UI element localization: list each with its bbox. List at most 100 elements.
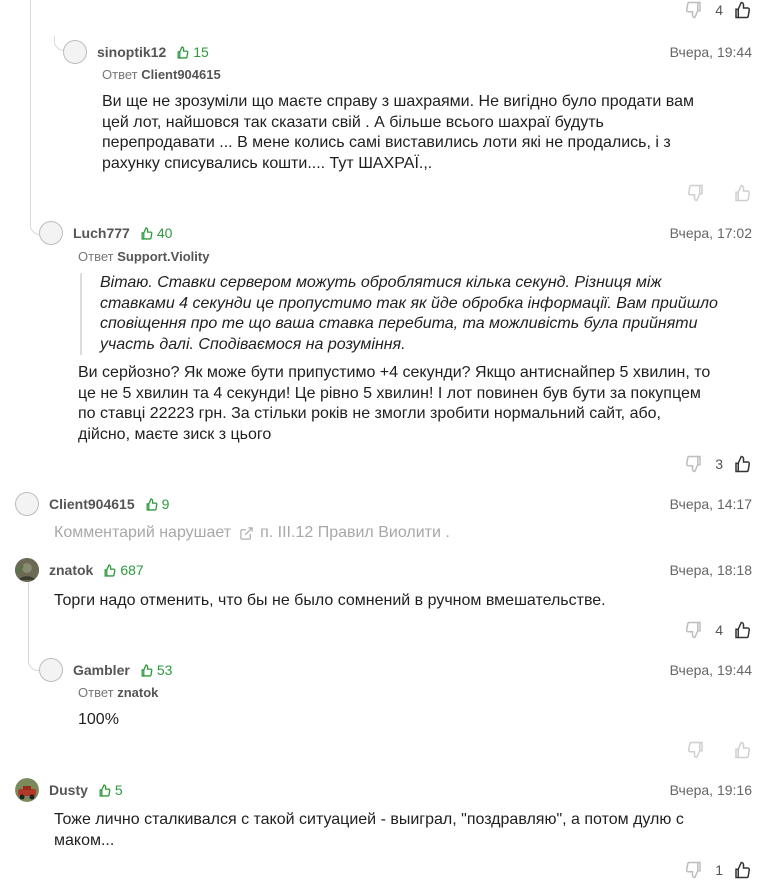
thumbs-up-icon[interactable] [733, 1, 751, 19]
thread-line [30, 0, 31, 220]
text-line: цей лот, найшовся так сказати свій . А б… [102, 113, 604, 131]
thumbs-up-icon[interactable] [733, 621, 751, 639]
rating-value: 15 [193, 44, 209, 60]
thumbs-up-icon[interactable] [733, 741, 751, 759]
rating-value: 687 [120, 562, 144, 578]
thumbs-up-icon [99, 783, 111, 797]
reply-to: Ответ Client904615 [102, 67, 221, 82]
comment-text: Ви ще не зрозуміли що маєте справу з шах… [102, 92, 752, 174]
quoted-text: Вітаю. Ставки сервером можуть оброблятис… [80, 273, 760, 355]
text-line: Ви ще не зрозуміли що маєте справу з шах… [102, 93, 694, 110]
avatar[interactable] [15, 492, 39, 516]
thumbs-down-icon[interactable] [687, 741, 705, 759]
rating-value: 40 [156, 225, 173, 241]
avatar[interactable] [39, 658, 63, 682]
thumbs-up-icon[interactable] [733, 184, 751, 202]
thumbs-up-icon[interactable] [733, 455, 751, 473]
text-line: по ставці 22223 грн. За стільки років не… [78, 405, 661, 422]
external-link-icon [240, 526, 253, 540]
user-rating: 687 [103, 562, 144, 578]
vote-actions: 4 [685, 1, 751, 19]
comment-date: Вчера, 14:17 [669, 496, 752, 512]
text-line: Торги надо отменить, что бы не было сомн… [54, 592, 606, 609]
thumbs-up-icon [141, 226, 153, 240]
user-rating: 40 [140, 225, 173, 241]
thumbs-down-icon[interactable] [685, 455, 703, 473]
avatar[interactable] [15, 778, 39, 802]
thumbs-down-icon[interactable] [687, 184, 705, 202]
thumbs-up-icon [141, 663, 153, 677]
rules-link[interactable]: п. III.12 Правил Виолити . [239, 524, 450, 542]
user-rating: 5 [98, 782, 123, 798]
comment-header: Client904615 9 [15, 490, 169, 518]
quote-line: ставками 4 секунди це пропустимо так як … [100, 294, 718, 312]
comment-header: Gambler 53 [39, 656, 172, 684]
username[interactable]: Gambler [73, 662, 130, 678]
reply-label: Ответ [78, 249, 114, 264]
comment-date: Вчера, 19:44 [669, 662, 752, 678]
quote-line: сповіщення про те що ваша ставка перебит… [100, 315, 698, 332]
reply-to-user[interactable]: Client904615 [141, 67, 221, 82]
avatar[interactable] [15, 558, 39, 582]
comment-text: 100% [78, 710, 752, 731]
violation-text: Комментарий нарушает [54, 524, 232, 541]
avatar[interactable] [39, 221, 63, 245]
thumbs-down-icon[interactable] [685, 861, 703, 879]
rating-value: 5 [114, 782, 123, 798]
quote-line: участь далі. Сподіваємося на розуміння. [100, 335, 406, 353]
comment-date: Вчера, 18:18 [669, 562, 752, 578]
thumbs-up-icon[interactable] [733, 861, 751, 879]
rules-link-text[interactable]: п. III.12 Правил Виолити . [260, 524, 450, 542]
vote-count: 4 [715, 2, 723, 18]
vote-actions [687, 184, 751, 202]
text-line: рахунку списувались кошти.... Тут ШАХРАЇ… [102, 154, 433, 172]
username[interactable]: Dusty [49, 782, 88, 798]
thumbs-down-icon[interactable] [685, 1, 703, 19]
comment-header: Luch777 40 [39, 219, 172, 247]
vote-actions: 1 [685, 861, 751, 879]
reply-to: Ответ znatok [78, 685, 158, 700]
violation-notice: Комментарий нарушает п. III.12 Правил Ви… [54, 524, 450, 542]
comment-date: Вчера, 17:02 [669, 225, 752, 241]
comment-header: znatok 687 [15, 556, 144, 584]
comment-date: Вчера, 19:44 [669, 44, 752, 60]
user-rating: 15 [176, 44, 209, 60]
comment-header: Dusty 5 [15, 776, 123, 804]
username[interactable]: sinoptik12 [97, 44, 166, 60]
quote-line: Вітаю. Ставки сервером можуть оброблятис… [100, 274, 662, 291]
comment-date: Вчера, 19:16 [669, 782, 752, 798]
thread-line [28, 582, 29, 656]
vote-actions: 4 [685, 621, 751, 639]
reply-to-user[interactable]: Support.Violity [117, 249, 209, 264]
thumbs-up-icon [104, 563, 116, 577]
comment-text: Ви серйозно? Як може бути припустимо +4 … [78, 363, 752, 445]
rating-value: 9 [161, 496, 170, 512]
avatar[interactable] [63, 40, 87, 64]
thumbs-down-icon[interactable] [685, 621, 703, 639]
text-line: це не 5 хвилин та 4 секунди! Це рівно 5 … [78, 384, 701, 402]
reply-label: Ответ [102, 67, 138, 82]
text-line: дійсно, маєте зиск з цього [78, 425, 272, 443]
text-line: 100% [78, 711, 119, 728]
text-line: Ви серйозно? Як може бути припустимо +4 … [78, 364, 711, 381]
username[interactable]: Client904615 [49, 496, 135, 512]
rating-value: 53 [156, 662, 173, 678]
comment-text: Тоже лично сталкивался с такой ситуацией… [54, 810, 752, 851]
text-line: Тоже лично сталкивался с такой ситуацией… [54, 811, 684, 828]
vote-actions [687, 741, 751, 759]
vote-count: 1 [715, 862, 723, 878]
vote-actions: 3 [685, 455, 751, 473]
comment-text: Торги надо отменить, что бы не было сомн… [54, 591, 752, 612]
user-rating: 9 [145, 496, 170, 512]
user-rating: 53 [140, 662, 173, 678]
vote-count: 3 [715, 456, 723, 472]
reply-to: Ответ Support.Violity [78, 249, 209, 264]
vote-count: 4 [715, 622, 723, 638]
reply-to-user[interactable]: znatok [117, 685, 158, 700]
username[interactable]: Luch777 [73, 225, 130, 241]
reply-label: Ответ [78, 685, 114, 700]
comment-header: sinoptik12 15 [63, 38, 209, 66]
thumbs-up-icon [146, 497, 158, 511]
thumbs-up-icon [177, 45, 189, 59]
username[interactable]: znatok [49, 562, 93, 578]
